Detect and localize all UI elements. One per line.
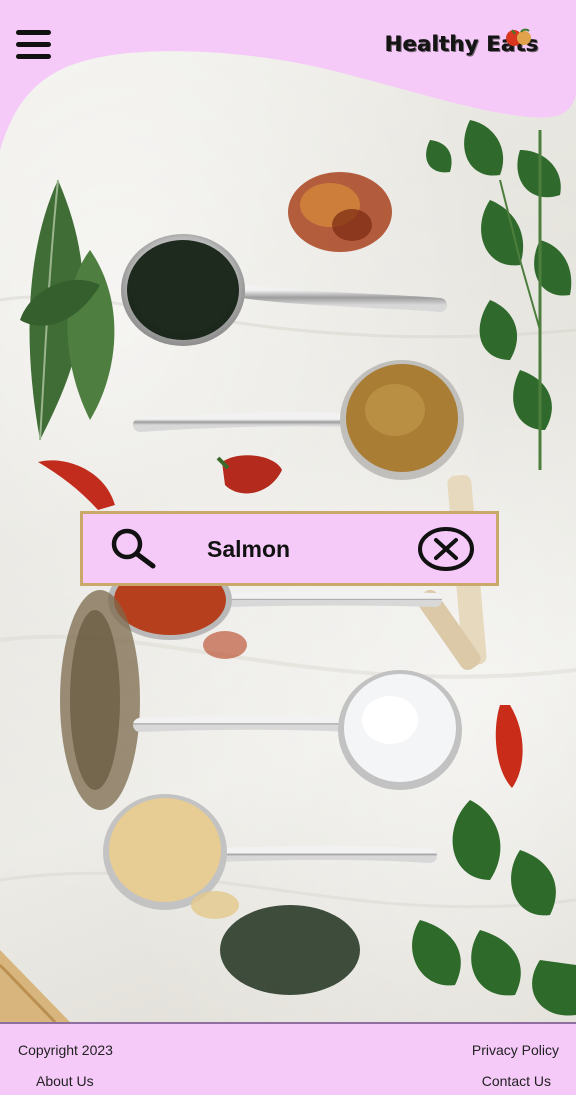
search-bar (80, 511, 499, 586)
chili-flakes (288, 172, 392, 252)
copyright-text: Copyright 2023 (18, 1042, 113, 1058)
spoon-sea-salt (133, 670, 462, 790)
menu-bar-bottom (16, 54, 51, 59)
privacy-policy-link[interactable]: Privacy Policy (472, 1042, 559, 1058)
spoon-cumin-powder (133, 360, 464, 480)
spoon-ginger-powder (103, 794, 437, 919)
menu-bar-top (16, 30, 51, 35)
bay-leaves (20, 179, 115, 441)
black-sesame (220, 905, 360, 995)
menu-bar-middle (16, 42, 51, 47)
search-input[interactable] (203, 532, 411, 566)
hamburger-menu-button[interactable] (14, 26, 54, 64)
contact-us-link[interactable]: Contact Us (482, 1073, 551, 1089)
caraway-seeds (60, 590, 140, 810)
brand-logo-link[interactable]: Healthy Eats (385, 28, 539, 62)
search-icon[interactable] (107, 526, 159, 570)
wooden-board (0, 950, 70, 1022)
footer: Copyright 2023 Privacy Policy About Us C… (0, 1022, 576, 1095)
header-wave-shape (0, 0, 576, 150)
vegetable-logo-icon (506, 28, 531, 46)
header: Healthy Eats (0, 0, 576, 160)
red-chili-left (38, 460, 115, 510)
clear-search-button[interactable] (417, 526, 475, 572)
about-us-link[interactable]: About Us (36, 1073, 94, 1089)
app-root: Healthy Eats Copyright 2023 Privacy Poli… (0, 0, 576, 1095)
red-chili-small (216, 455, 282, 494)
red-chili-right (495, 705, 523, 788)
